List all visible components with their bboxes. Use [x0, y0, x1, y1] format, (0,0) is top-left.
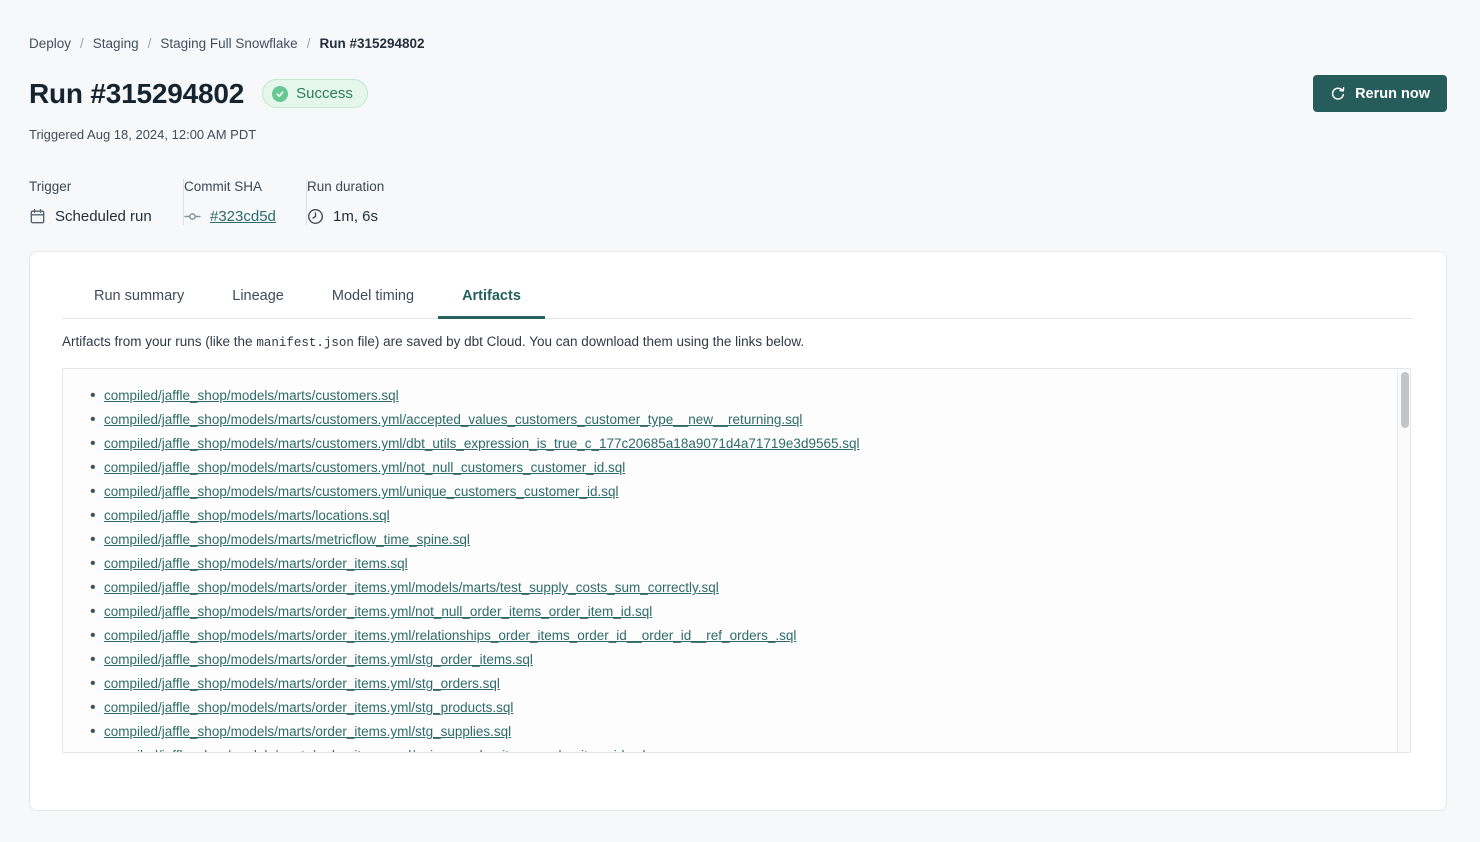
check-circle-icon	[272, 86, 288, 102]
artifacts-description-suffix: file) are saved by dbt Cloud. You can do…	[354, 334, 804, 349]
artifact-list-item: compiled/jaffle_shop/models/marts/order_…	[104, 552, 1386, 576]
breadcrumb-staging[interactable]: Staging	[93, 36, 139, 51]
page-title: Run #315294802	[29, 78, 244, 110]
artifact-download-link[interactable]: compiled/jaffle_shop/models/marts/metric…	[104, 532, 470, 547]
artifacts-description-prefix: Artifacts from your runs (like the	[62, 334, 256, 349]
breadcrumb-run: Run #315294802	[319, 36, 424, 51]
header: Run #315294802 Success Rerun now	[29, 75, 1447, 112]
scrollbar-thumb[interactable]	[1401, 372, 1409, 428]
artifact-list-item: compiled/jaffle_shop/models/marts/order_…	[104, 600, 1386, 624]
tabs-bar: Run summary Lineage Model timing Artifac…	[62, 279, 1413, 319]
artifact-download-link[interactable]: compiled/jaffle_shop/models/marts/order_…	[104, 556, 408, 571]
meta-commit: Commit SHA #323cd5d	[184, 179, 306, 225]
artifact-list-item: compiled/jaffle_shop/models/marts/order_…	[104, 648, 1386, 672]
artifact-download-link[interactable]: compiled/jaffle_shop/models/marts/order_…	[104, 700, 513, 715]
meta-trigger-value: Scheduled run	[55, 208, 152, 225]
artifact-list-item: compiled/jaffle_shop/models/marts/custom…	[104, 480, 1386, 504]
calendar-icon	[29, 208, 46, 225]
breadcrumb-separator: /	[148, 36, 152, 51]
artifact-list-item: compiled/jaffle_shop/models/marts/custom…	[104, 408, 1386, 432]
meta-duration: Run duration 1m, 6s	[307, 179, 408, 225]
triggered-timestamp: Triggered Aug 18, 2024, 12:00 AM PDT	[29, 127, 1447, 142]
artifact-list-item: compiled/jaffle_shop/models/marts/order_…	[104, 672, 1386, 696]
rerun-now-label: Rerun now	[1355, 86, 1430, 102]
meta-trigger-label: Trigger	[29, 179, 159, 194]
rerun-now-button[interactable]: Rerun now	[1313, 75, 1447, 112]
artifact-download-link[interactable]: compiled/jaffle_shop/models/marts/order_…	[104, 676, 500, 691]
artifact-download-link[interactable]: compiled/jaffle_shop/models/marts/custom…	[104, 460, 625, 475]
refresh-icon	[1330, 86, 1346, 102]
tab-run-summary[interactable]: Run summary	[70, 279, 208, 319]
manifest-json-code: manifest.json	[256, 336, 354, 350]
artifacts-description: Artifacts from your runs (like the manif…	[62, 334, 1414, 350]
artifact-list-item: compiled/jaffle_shop/models/marts/order_…	[104, 720, 1386, 744]
tab-model-timing[interactable]: Model timing	[308, 279, 438, 319]
commit-sha-link[interactable]: #323cd5d	[210, 208, 276, 225]
meta-duration-label: Run duration	[307, 179, 384, 194]
artifact-download-link[interactable]: compiled/jaffle_shop/models/marts/order_…	[104, 604, 652, 619]
breadcrumb-separator: /	[80, 36, 84, 51]
artifact-download-link[interactable]: compiled/jaffle_shop/models/marts/locati…	[104, 508, 390, 523]
artifacts-list: compiled/jaffle_shop/models/marts/custom…	[63, 369, 1410, 753]
artifact-list-item: compiled/jaffle_shop/models/marts/order_…	[104, 624, 1386, 648]
tab-artifacts[interactable]: Artifacts	[438, 279, 545, 319]
artifact-download-link[interactable]: compiled/jaffle_shop/models/marts/order_…	[104, 580, 719, 595]
artifact-download-link[interactable]: compiled/jaffle_shop/models/marts/custom…	[104, 436, 860, 451]
breadcrumb-deploy[interactable]: Deploy	[29, 36, 71, 51]
artifact-list-item: compiled/jaffle_shop/models/marts/custom…	[104, 432, 1386, 456]
artifact-list-item: compiled/jaffle_shop/models/marts/order_…	[104, 576, 1386, 600]
tab-lineage[interactable]: Lineage	[208, 279, 308, 319]
breadcrumb-separator: /	[307, 36, 311, 51]
artifact-download-link[interactable]: compiled/jaffle_shop/models/marts/order_…	[104, 748, 646, 753]
breadcrumb-job[interactable]: Staging Full Snowflake	[160, 36, 297, 51]
run-detail-page: Deploy / Staging / Staging Full Snowflak…	[0, 0, 1480, 811]
status-badge: Success	[262, 79, 368, 108]
artifact-download-link[interactable]: compiled/jaffle_shop/models/marts/order_…	[104, 652, 533, 667]
meta-duration-value: 1m, 6s	[333, 208, 378, 225]
run-meta: Trigger Scheduled run Commit SHA	[29, 179, 1447, 225]
meta-commit-label: Commit SHA	[184, 179, 282, 194]
scrollbar-track[interactable]	[1397, 369, 1410, 752]
artifacts-list-container: compiled/jaffle_shop/models/marts/custom…	[62, 368, 1411, 753]
artifact-list-item: compiled/jaffle_shop/models/marts/locati…	[104, 504, 1386, 528]
run-detail-card: Run summary Lineage Model timing Artifac…	[29, 251, 1447, 811]
artifact-download-link[interactable]: compiled/jaffle_shop/models/marts/order_…	[104, 724, 511, 739]
artifact-list-item: compiled/jaffle_shop/models/marts/order_…	[104, 696, 1386, 720]
artifact-list-item: compiled/jaffle_shop/models/marts/order_…	[104, 744, 1386, 753]
breadcrumb: Deploy / Staging / Staging Full Snowflak…	[29, 36, 1447, 51]
clock-icon	[307, 208, 324, 225]
artifact-list-item: compiled/jaffle_shop/models/marts/metric…	[104, 528, 1386, 552]
artifact-list-item: compiled/jaffle_shop/models/marts/custom…	[104, 384, 1386, 408]
artifact-download-link[interactable]: compiled/jaffle_shop/models/marts/order_…	[104, 628, 796, 643]
artifact-download-link[interactable]: compiled/jaffle_shop/models/marts/custom…	[104, 388, 399, 403]
artifact-list-item: compiled/jaffle_shop/models/marts/custom…	[104, 456, 1386, 480]
meta-trigger: Trigger Scheduled run	[29, 179, 183, 225]
artifact-download-link[interactable]: compiled/jaffle_shop/models/marts/custom…	[104, 484, 618, 499]
status-badge-label: Success	[296, 85, 353, 102]
git-commit-icon	[184, 208, 201, 225]
artifact-download-link[interactable]: compiled/jaffle_shop/models/marts/custom…	[104, 412, 802, 427]
